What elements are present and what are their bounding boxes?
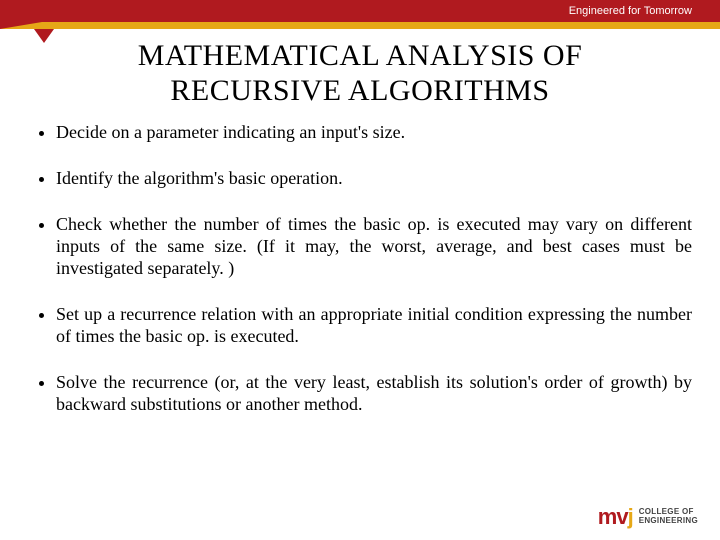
decorative-notch-icon — [34, 29, 54, 43]
logo-mark-icon: mvj — [598, 504, 633, 530]
title-line-1: MATHEMATICAL ANALYSIS OF — [138, 39, 583, 72]
header-band: Engineered for Tomorrow — [0, 0, 720, 22]
logo-letter-v: v — [616, 504, 627, 529]
bullet-list: Decide on a parameter indicating an inpu… — [0, 122, 720, 416]
logo-text-line2: ENGINEERING — [639, 516, 698, 525]
logo-letter-j: j — [628, 504, 633, 529]
logo-text: COLLEGE OF ENGINEERING — [639, 508, 698, 526]
list-item: Set up a recurrence relation with an app… — [56, 304, 692, 348]
list-item: Solve the recurrence (or, at the very le… — [56, 372, 692, 416]
footer-logo: mvj COLLEGE OF ENGINEERING — [598, 504, 698, 530]
slide-title: MATHEMATICAL ANALYSIS OF RECURSIVE ALGOR… — [0, 29, 720, 122]
logo-text-line1: COLLEGE OF — [639, 507, 694, 516]
list-item: Check whether the number of times the ba… — [56, 214, 692, 280]
list-item: Decide on a parameter indicating an inpu… — [56, 122, 692, 144]
accent-bar — [0, 22, 720, 29]
list-item: Identify the algorithm's basic operation… — [56, 168, 692, 190]
title-line-2: RECURSIVE ALGORITHMS — [170, 74, 549, 107]
tagline: Engineered for Tomorrow — [569, 5, 692, 17]
logo-letter-m: m — [598, 504, 617, 529]
